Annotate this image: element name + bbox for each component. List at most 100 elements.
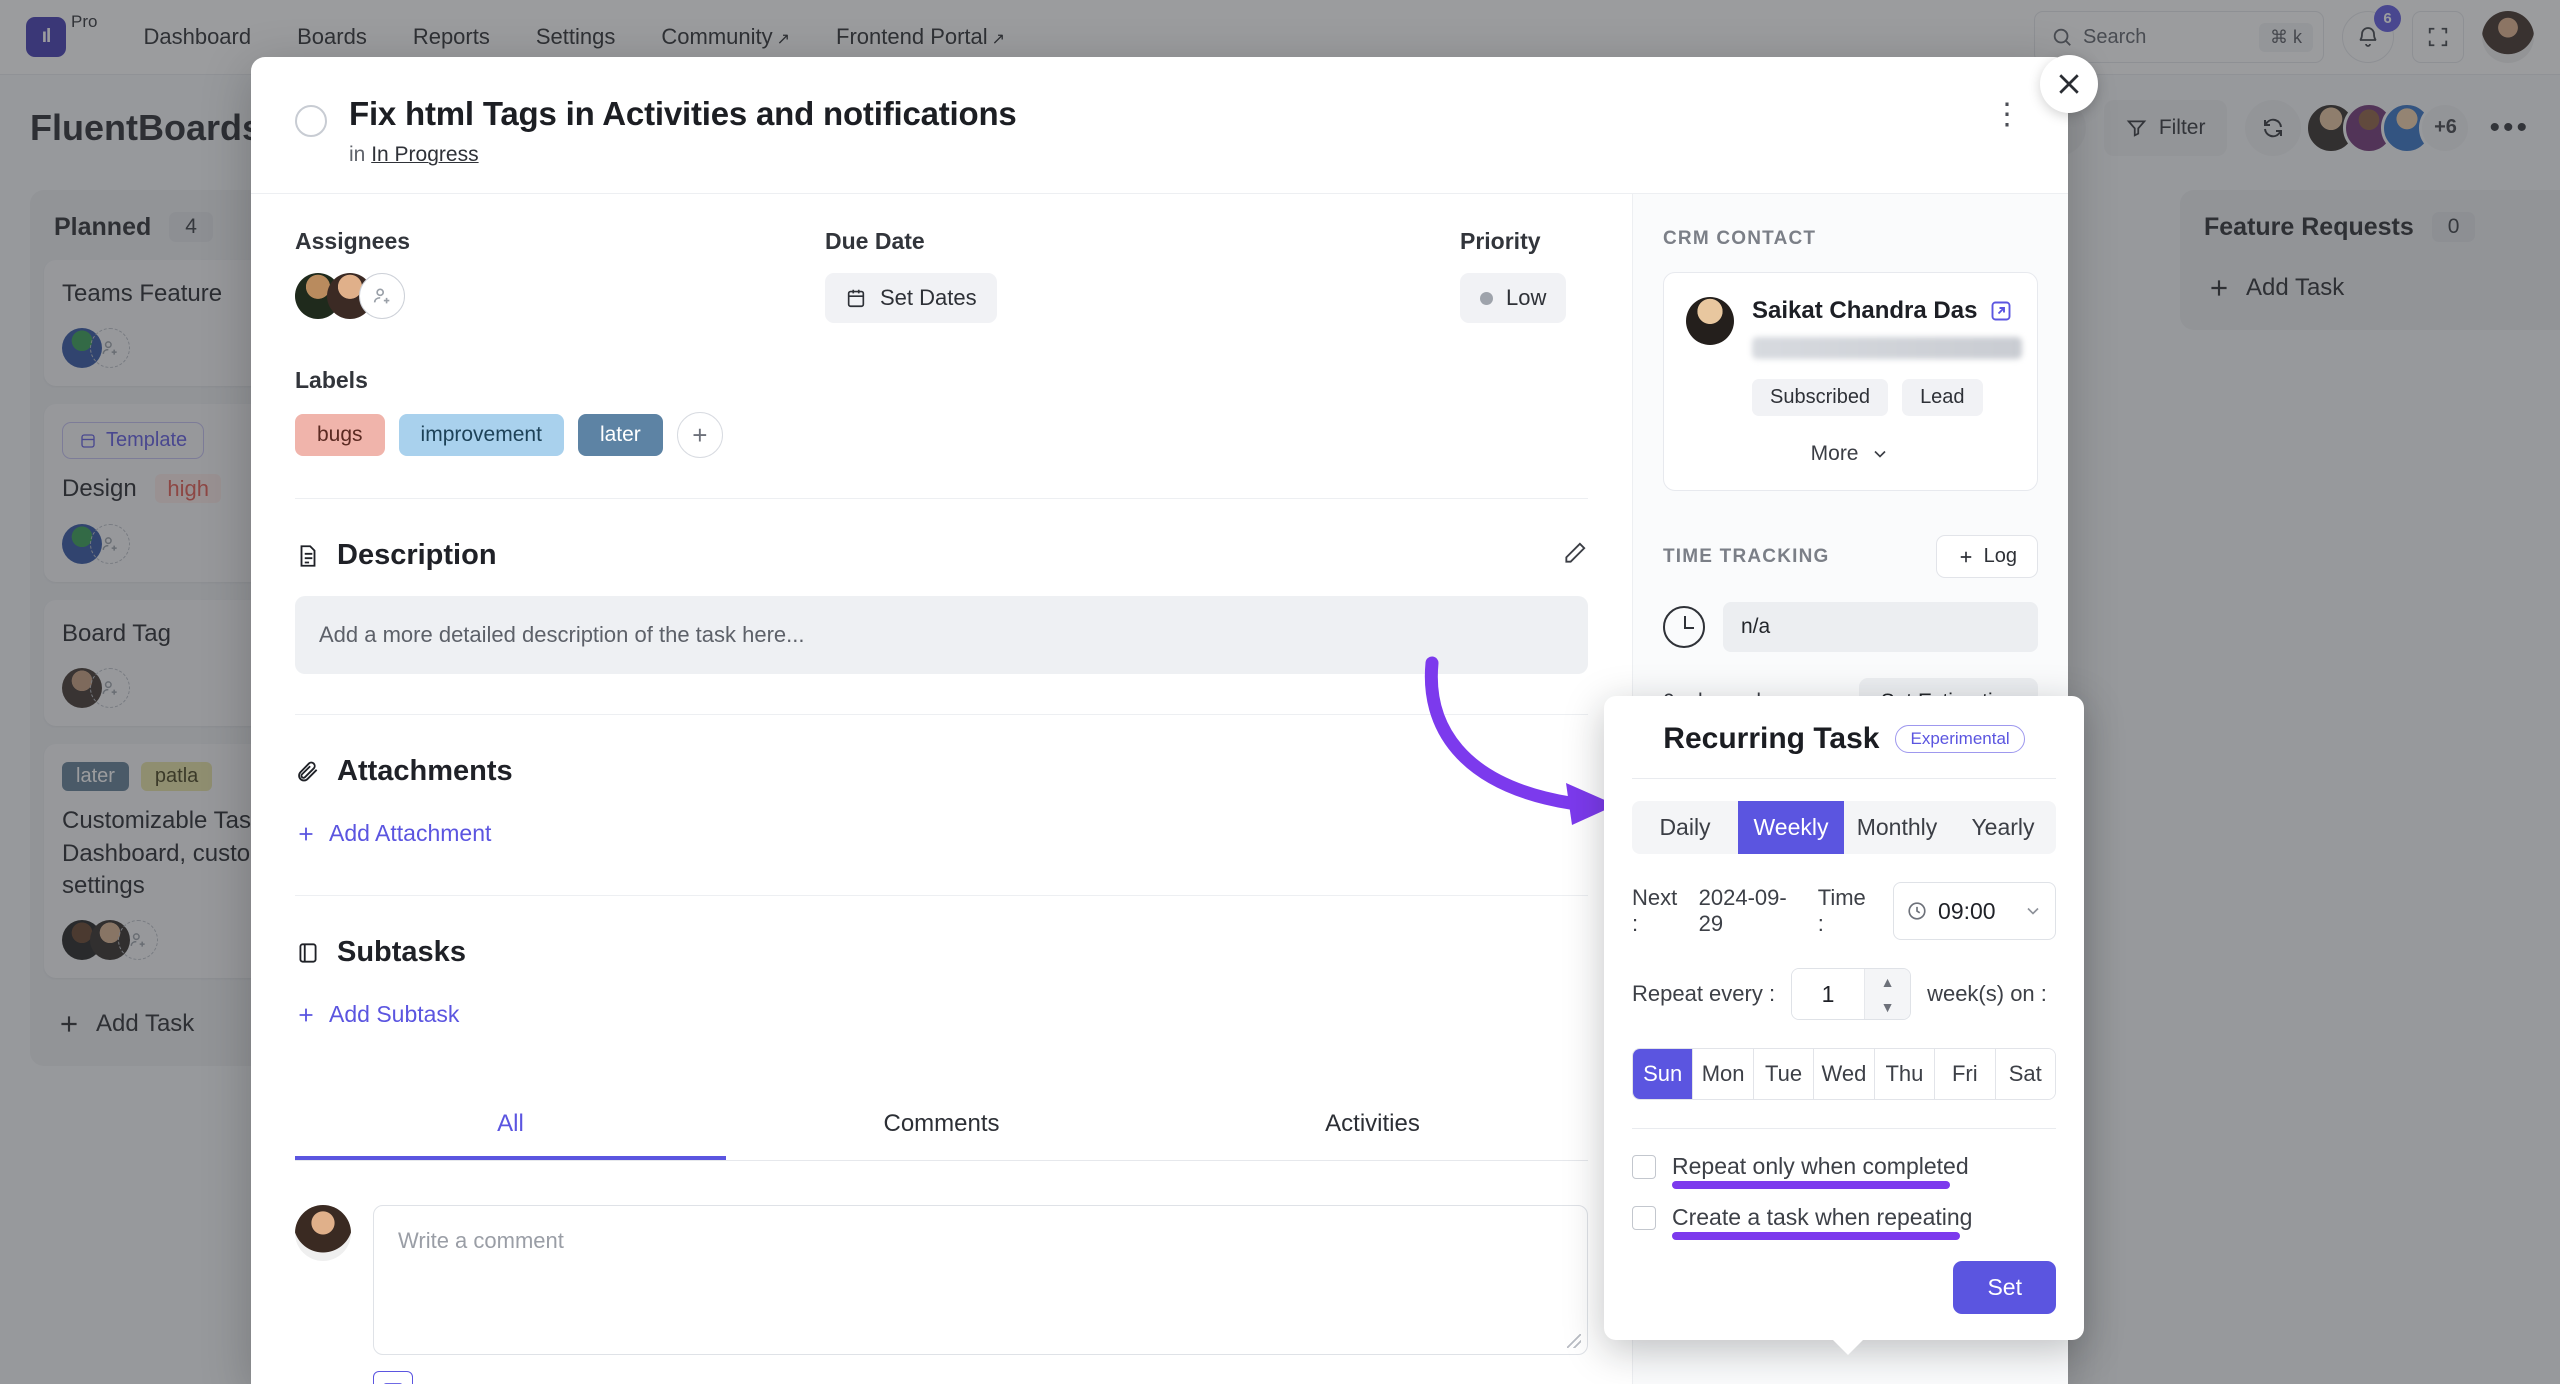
- next-occurrence-row: Next : 2024-09-29 Time : 09:00: [1632, 882, 2056, 940]
- paperclip-icon: [298, 761, 318, 781]
- tab-weekly[interactable]: Weekly: [1738, 801, 1844, 854]
- recurring-popover-header: Recurring Task Experimental: [1632, 722, 2056, 779]
- day-thu[interactable]: Thu: [1874, 1049, 1936, 1099]
- repeat-every-label: Repeat every :: [1632, 981, 1776, 1006]
- popover-footer: Set: [1632, 1261, 2056, 1314]
- time-value: 09:00: [1938, 897, 1996, 924]
- priority-label: Priority: [1460, 228, 1541, 254]
- crm-contact-email-redacted: [1752, 337, 2022, 359]
- label-chip[interactable]: improvement: [398, 414, 564, 456]
- create-task-repeating-label: Create a task when repeating: [1672, 1204, 1972, 1240]
- add-user-icon: [373, 288, 390, 304]
- priority-field: Priority Low: [1460, 228, 1588, 323]
- page-title: Fix html Tags in Activities and notifica…: [349, 95, 1017, 132]
- crm-contact-card: Saikat Chandra Das Subscribed Lead More: [1663, 272, 2038, 491]
- tab-activities[interactable]: Activities: [1157, 1088, 1588, 1160]
- day-sun[interactable]: Sun: [1633, 1049, 1694, 1099]
- crm-contact-label: CRM CONTACT: [1663, 228, 1817, 249]
- clock-icon: [1908, 902, 1926, 920]
- time-value[interactable]: n/a: [1723, 602, 2038, 652]
- tab-yearly[interactable]: Yearly: [1950, 801, 2056, 854]
- recurring-task-popover: Recurring Task Experimental Daily Weekly…: [1604, 696, 2084, 1355]
- attachments-title: Attachments: [337, 755, 513, 787]
- add-label-button[interactable]: +: [676, 412, 723, 458]
- day-mon[interactable]: Mon: [1693, 1049, 1754, 1099]
- day-sat[interactable]: Sat: [1995, 1049, 2055, 1099]
- next-label: Next :: [1632, 885, 1678, 936]
- create-task-repeating-row[interactable]: Create a task when repeating: [1632, 1204, 2056, 1240]
- log-time-button[interactable]: Log: [1935, 535, 2038, 578]
- day-tue[interactable]: Tue: [1753, 1049, 1815, 1099]
- stepper-decrement-icon[interactable]: ▼: [1865, 994, 1910, 1019]
- attachments-section-header: Attachments: [295, 715, 1588, 812]
- set-dates-label: Set Dates: [880, 285, 977, 310]
- day-wed[interactable]: Wed: [1814, 1049, 1875, 1099]
- repeat-interval-stepper[interactable]: 1 ▲ ▼: [1791, 968, 1912, 1020]
- set-dates-button[interactable]: Set Dates: [825, 273, 997, 323]
- next-date: 2024-09-29: [1698, 885, 1787, 936]
- plus-icon: [299, 827, 313, 840]
- tab-comments[interactable]: Comments: [726, 1088, 1157, 1160]
- label-chip[interactable]: bugs: [295, 414, 385, 456]
- task-complete-toggle[interactable]: [295, 105, 327, 137]
- description-section-header: Description: [295, 499, 1588, 596]
- highlight-underline: [1672, 1232, 1960, 1240]
- chevron-down-icon: [2027, 907, 2039, 915]
- time-tracking-label: TIME TRACKING: [1663, 545, 1830, 567]
- assignees-field: Assignees: [295, 228, 825, 323]
- subtask-icon: [299, 942, 317, 963]
- insert-image-button[interactable]: [373, 1371, 413, 1384]
- chevron-down-icon: [1874, 450, 1886, 458]
- set-button[interactable]: Set: [1953, 1261, 2056, 1314]
- tab-all[interactable]: All: [295, 1088, 726, 1160]
- log-label: Log: [1983, 545, 2017, 567]
- document-icon: [300, 544, 316, 567]
- add-attachment-label: Add Attachment: [329, 820, 492, 846]
- label-chip[interactable]: later: [577, 414, 663, 456]
- edit-description-button[interactable]: [1562, 540, 1588, 571]
- repeat-only-completed-label: Repeat only when completed: [1672, 1153, 1969, 1189]
- add-attachment-button[interactable]: Add Attachment: [295, 812, 491, 855]
- external-link-icon[interactable]: [1989, 299, 2013, 323]
- recurring-title: Recurring Task: [1663, 722, 1880, 755]
- tab-monthly[interactable]: Monthly: [1844, 801, 1950, 854]
- crm-tag-subscribed[interactable]: Subscribed: [1752, 379, 1889, 416]
- assignees-label: Assignees: [295, 228, 411, 254]
- repeat-only-completed-row[interactable]: Repeat only when completed: [1632, 1153, 2056, 1189]
- tab-daily[interactable]: Daily: [1632, 801, 1738, 854]
- frequency-tabs: Daily Weekly Monthly Yearly: [1632, 801, 2056, 854]
- crm-more-label: More: [1810, 442, 1859, 465]
- comment-input[interactable]: Write a comment: [373, 1205, 1588, 1355]
- description-input[interactable]: Add a more detailed description of the t…: [295, 596, 1588, 674]
- crm-contact-name-row: Saikat Chandra Das: [1752, 297, 2022, 325]
- time-value-row: n/a: [1663, 602, 2038, 652]
- crm-more-button[interactable]: More: [1686, 442, 2015, 466]
- day-fri[interactable]: Fri: [1935, 1049, 1996, 1099]
- plus-icon: [1960, 551, 1971, 562]
- clock-icon: [1663, 606, 1705, 648]
- task-stage-link[interactable]: In Progress: [371, 143, 478, 166]
- create-task-repeating-checkbox[interactable]: [1632, 1205, 1656, 1230]
- plus-icon: [299, 1008, 313, 1021]
- comment-composer: Write a comment: [295, 1161, 1588, 1355]
- due-date-field: Due Date Set Dates: [825, 228, 1460, 323]
- close-icon: [2059, 74, 2079, 94]
- crm-tag-lead[interactable]: Lead: [1902, 379, 1983, 416]
- repeat-only-completed-checkbox[interactable]: [1632, 1154, 1656, 1179]
- time-label: Time :: [1817, 885, 1866, 936]
- task-status-line: in In Progress: [349, 143, 1017, 167]
- time-select[interactable]: 09:00: [1893, 882, 2056, 940]
- add-subtask-button[interactable]: Add Subtask: [295, 993, 459, 1036]
- calendar-icon: [847, 289, 865, 308]
- add-assignee-button[interactable]: [359, 273, 405, 319]
- priority-value-button[interactable]: Low: [1460, 273, 1567, 323]
- close-modal-button[interactable]: [2040, 55, 2098, 113]
- repeat-interval-row: Repeat every : 1 ▲ ▼ week(s) on :: [1632, 968, 2056, 1020]
- weekday-selector: Sun Mon Tue Wed Thu Fri Sat: [1632, 1048, 2056, 1100]
- repeat-unit-label: week(s) on :: [1927, 981, 2047, 1006]
- subtasks-section-header: Subtasks: [295, 896, 1588, 993]
- comment-placeholder: Write a comment: [398, 1228, 564, 1253]
- modal-more-menu[interactable]: ⋮: [1992, 95, 2024, 130]
- labels-label: Labels: [295, 367, 368, 393]
- stepper-increment-icon[interactable]: ▲: [1865, 969, 1910, 994]
